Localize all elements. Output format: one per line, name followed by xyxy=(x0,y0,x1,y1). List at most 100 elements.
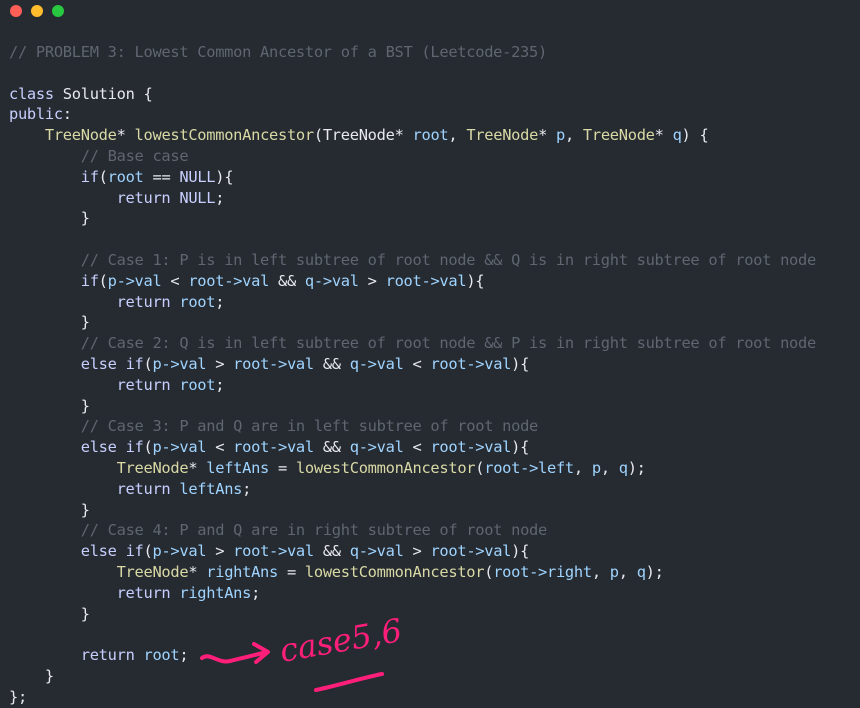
code-token: if xyxy=(80,167,99,186)
code-token: ( xyxy=(484,562,494,581)
code-token: ); xyxy=(645,562,664,581)
code-token: q xyxy=(636,562,646,581)
code-token: ; xyxy=(242,479,252,498)
code-token: ; xyxy=(215,292,225,311)
code-line: } xyxy=(9,312,860,333)
code-token: return xyxy=(116,188,171,207)
code-token: q->val xyxy=(349,438,404,457)
code-token: * xyxy=(188,458,207,477)
code-token: Solution { xyxy=(53,84,153,103)
code-token: q xyxy=(618,458,628,477)
code-token: , xyxy=(573,458,592,477)
code-token: p xyxy=(556,126,565,145)
code-token: && xyxy=(313,542,350,561)
code-snippet-window: // PROBLEM 3: Lowest Common Ancestor of … xyxy=(0,0,860,708)
code-token: q->val xyxy=(349,354,404,373)
code-token: ( xyxy=(475,458,485,477)
code-line: class Solution { xyxy=(9,84,860,105)
code-token: > xyxy=(206,542,234,561)
code-token: q->val xyxy=(304,271,359,290)
code-line: }; xyxy=(9,687,860,708)
code-line: // Base case xyxy=(9,146,860,167)
code-token: && xyxy=(313,354,350,373)
code-token: // Base case xyxy=(80,146,189,165)
code-token: root xyxy=(412,126,449,145)
code-line: // Case 1: P is in left subtree of root … xyxy=(9,250,860,271)
code-token: > xyxy=(403,542,431,561)
code-token: // Case 3: P and Q are in left subtree o… xyxy=(80,417,539,436)
code-token: NULL xyxy=(179,188,216,207)
code-token: : xyxy=(62,105,72,124)
code-line: return rightAns; xyxy=(9,583,860,604)
code-token: leftAns xyxy=(179,479,243,498)
code-token: return xyxy=(116,292,171,311)
code-token: } xyxy=(80,209,90,228)
code-token: p->val xyxy=(152,438,207,457)
code-token: p->val xyxy=(152,542,207,561)
code-token: return xyxy=(116,583,171,602)
code-line: return root; xyxy=(9,292,860,313)
code-token: } xyxy=(44,666,54,685)
code-token: root->right xyxy=(493,562,592,581)
code-token: < xyxy=(206,438,234,457)
code-editor[interactable]: // PROBLEM 3: Lowest Common Ancestor of … xyxy=(9,42,860,708)
code-token: root->val xyxy=(233,438,314,457)
code-line: else if(p->val > root->val && q->val > r… xyxy=(9,541,860,562)
code-token: return xyxy=(80,646,135,665)
code-token: p xyxy=(591,458,601,477)
code-line: } xyxy=(9,666,860,687)
code-token: root->val xyxy=(430,354,512,373)
code-token: == xyxy=(143,167,180,186)
code-token: root->val xyxy=(233,542,314,561)
code-line: // PROBLEM 3: Lowest Common Ancestor of … xyxy=(9,42,860,63)
code-line: TreeNode* leftAns = lowestCommonAncestor… xyxy=(9,458,860,479)
code-token: , xyxy=(618,562,637,581)
code-token: } xyxy=(80,313,90,332)
code-token: rightAns xyxy=(206,562,278,581)
code-token: root->val xyxy=(233,354,314,373)
code-line: // Case 4: P and Q are in right subtree … xyxy=(9,520,860,541)
code-line: } xyxy=(9,396,860,417)
code-token: TreeNode xyxy=(466,126,539,145)
code-token: root xyxy=(143,646,180,665)
code-token: if xyxy=(80,271,99,290)
code-token: ; xyxy=(179,646,189,665)
code-token: ){ xyxy=(511,542,530,561)
code-line: } xyxy=(9,500,860,521)
code-token: < xyxy=(403,354,431,373)
code-line: public: xyxy=(9,104,860,125)
maximize-window-button[interactable] xyxy=(52,5,64,17)
code-token: ; xyxy=(251,583,261,602)
code-token: ( xyxy=(98,271,108,290)
code-token: < xyxy=(403,438,431,457)
code-token: root->val xyxy=(188,271,270,290)
code-token: TreeNode xyxy=(116,458,189,477)
code-token: && xyxy=(269,271,305,290)
code-line: // Case 3: P and Q are in left subtree o… xyxy=(9,416,860,437)
code-token: > xyxy=(206,354,234,373)
code-token: // Case 1: P is in left subtree of root … xyxy=(80,250,817,269)
code-token: root xyxy=(179,375,216,394)
window-controls xyxy=(10,5,64,17)
code-token: ){ xyxy=(511,438,530,457)
code-token: leftAns xyxy=(206,458,270,477)
code-line: return NULL; xyxy=(9,188,860,209)
code-line: TreeNode* lowestCommonAncestor(TreeNode*… xyxy=(9,125,860,146)
code-token: > xyxy=(358,271,386,290)
code-token: ){ xyxy=(215,167,234,186)
code-token: TreeNode xyxy=(44,126,117,145)
code-token: else if xyxy=(80,438,144,457)
code-token: else if xyxy=(80,354,144,373)
code-token: * xyxy=(654,126,673,145)
code-token: * xyxy=(538,126,556,145)
code-token: p->val xyxy=(107,271,162,290)
minimize-window-button[interactable] xyxy=(31,5,43,17)
code-token: , xyxy=(591,562,610,581)
close-window-button[interactable] xyxy=(10,5,22,17)
code-token: public xyxy=(9,105,63,124)
code-token: < xyxy=(161,271,189,290)
code-token: ); xyxy=(627,458,646,477)
